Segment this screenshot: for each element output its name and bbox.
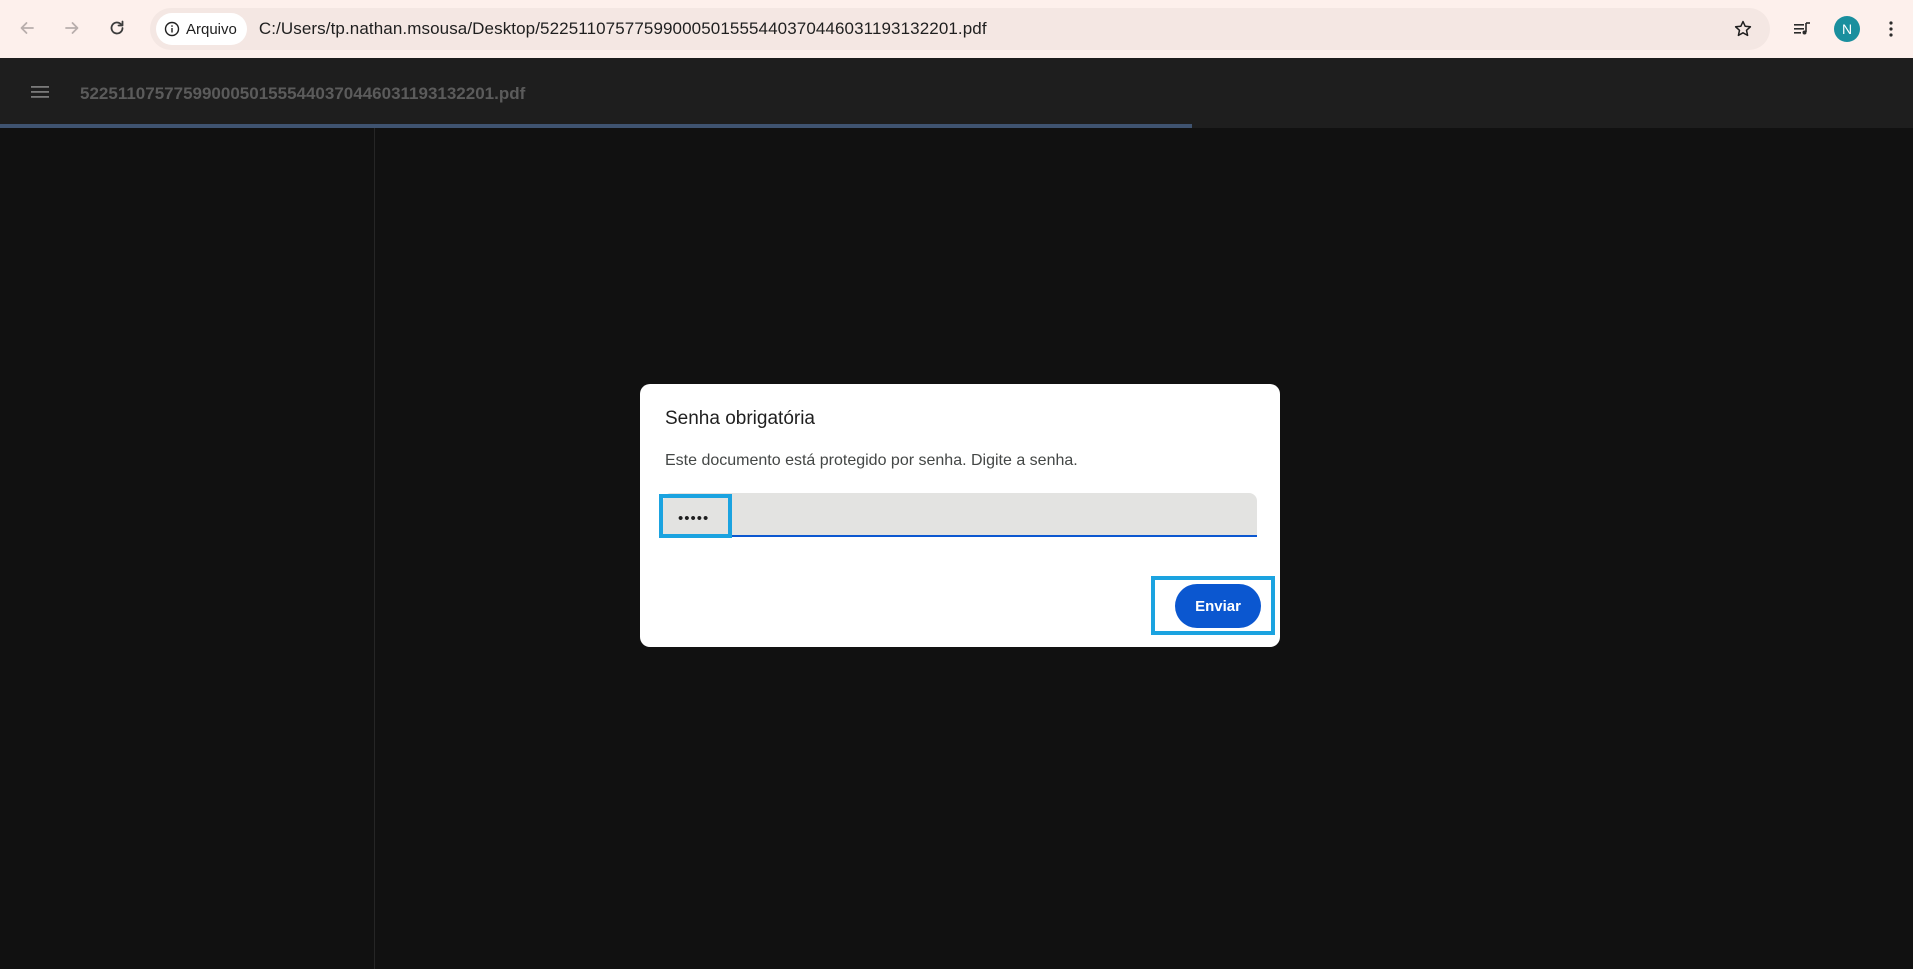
url-text[interactable]: C:/Users/tp.nathan.msousa/Desktop/522511… — [259, 19, 987, 39]
arrow-left-icon — [20, 22, 34, 34]
site-info-chip[interactable]: Arquivo — [156, 13, 247, 45]
submit-button[interactable]: Enviar — [1175, 584, 1261, 628]
dialog-message: Este documento está protegido por senha.… — [665, 452, 1078, 469]
reload-button[interactable] — [100, 11, 134, 45]
reading-list-button[interactable] — [1785, 12, 1819, 46]
sidebar-toggle-button[interactable] — [22, 74, 58, 110]
browser-menu-button[interactable] — [1874, 12, 1908, 46]
document-title: 5225110757759900050155544037044603119313… — [80, 84, 526, 103]
three-dots-vertical-icon — [1889, 21, 1893, 37]
reload-icon — [110, 20, 124, 35]
avatar: N — [1834, 16, 1860, 42]
media-list-icon — [1794, 22, 1810, 35]
back-button[interactable] — [10, 11, 44, 45]
password-input[interactable] — [663, 493, 1257, 537]
pdf-toolbar: 5225110757759900050155544037044603119313… — [0, 58, 1913, 124]
star-outline-icon — [1734, 20, 1752, 37]
arrow-right-icon — [65, 22, 79, 34]
info-icon — [164, 21, 180, 37]
forward-button[interactable] — [55, 11, 89, 45]
hamburger-menu-icon — [31, 86, 49, 98]
thumbnail-sidebar — [0, 128, 375, 969]
site-info-label: Arquivo — [186, 20, 237, 38]
browser-toolbar: Arquivo C:/Users/tp.nathan.msousa/Deskto… — [0, 0, 1913, 58]
password-dialog: Senha obrigatória Este documento está pr… — [640, 384, 1280, 647]
bookmark-button[interactable] — [1730, 16, 1756, 42]
address-bar[interactable]: Arquivo C:/Users/tp.nathan.msousa/Deskto… — [150, 8, 1770, 50]
dialog-title: Senha obrigatória — [665, 408, 815, 429]
profile-button[interactable]: N — [1830, 12, 1864, 46]
password-value: ••••• — [678, 510, 710, 527]
